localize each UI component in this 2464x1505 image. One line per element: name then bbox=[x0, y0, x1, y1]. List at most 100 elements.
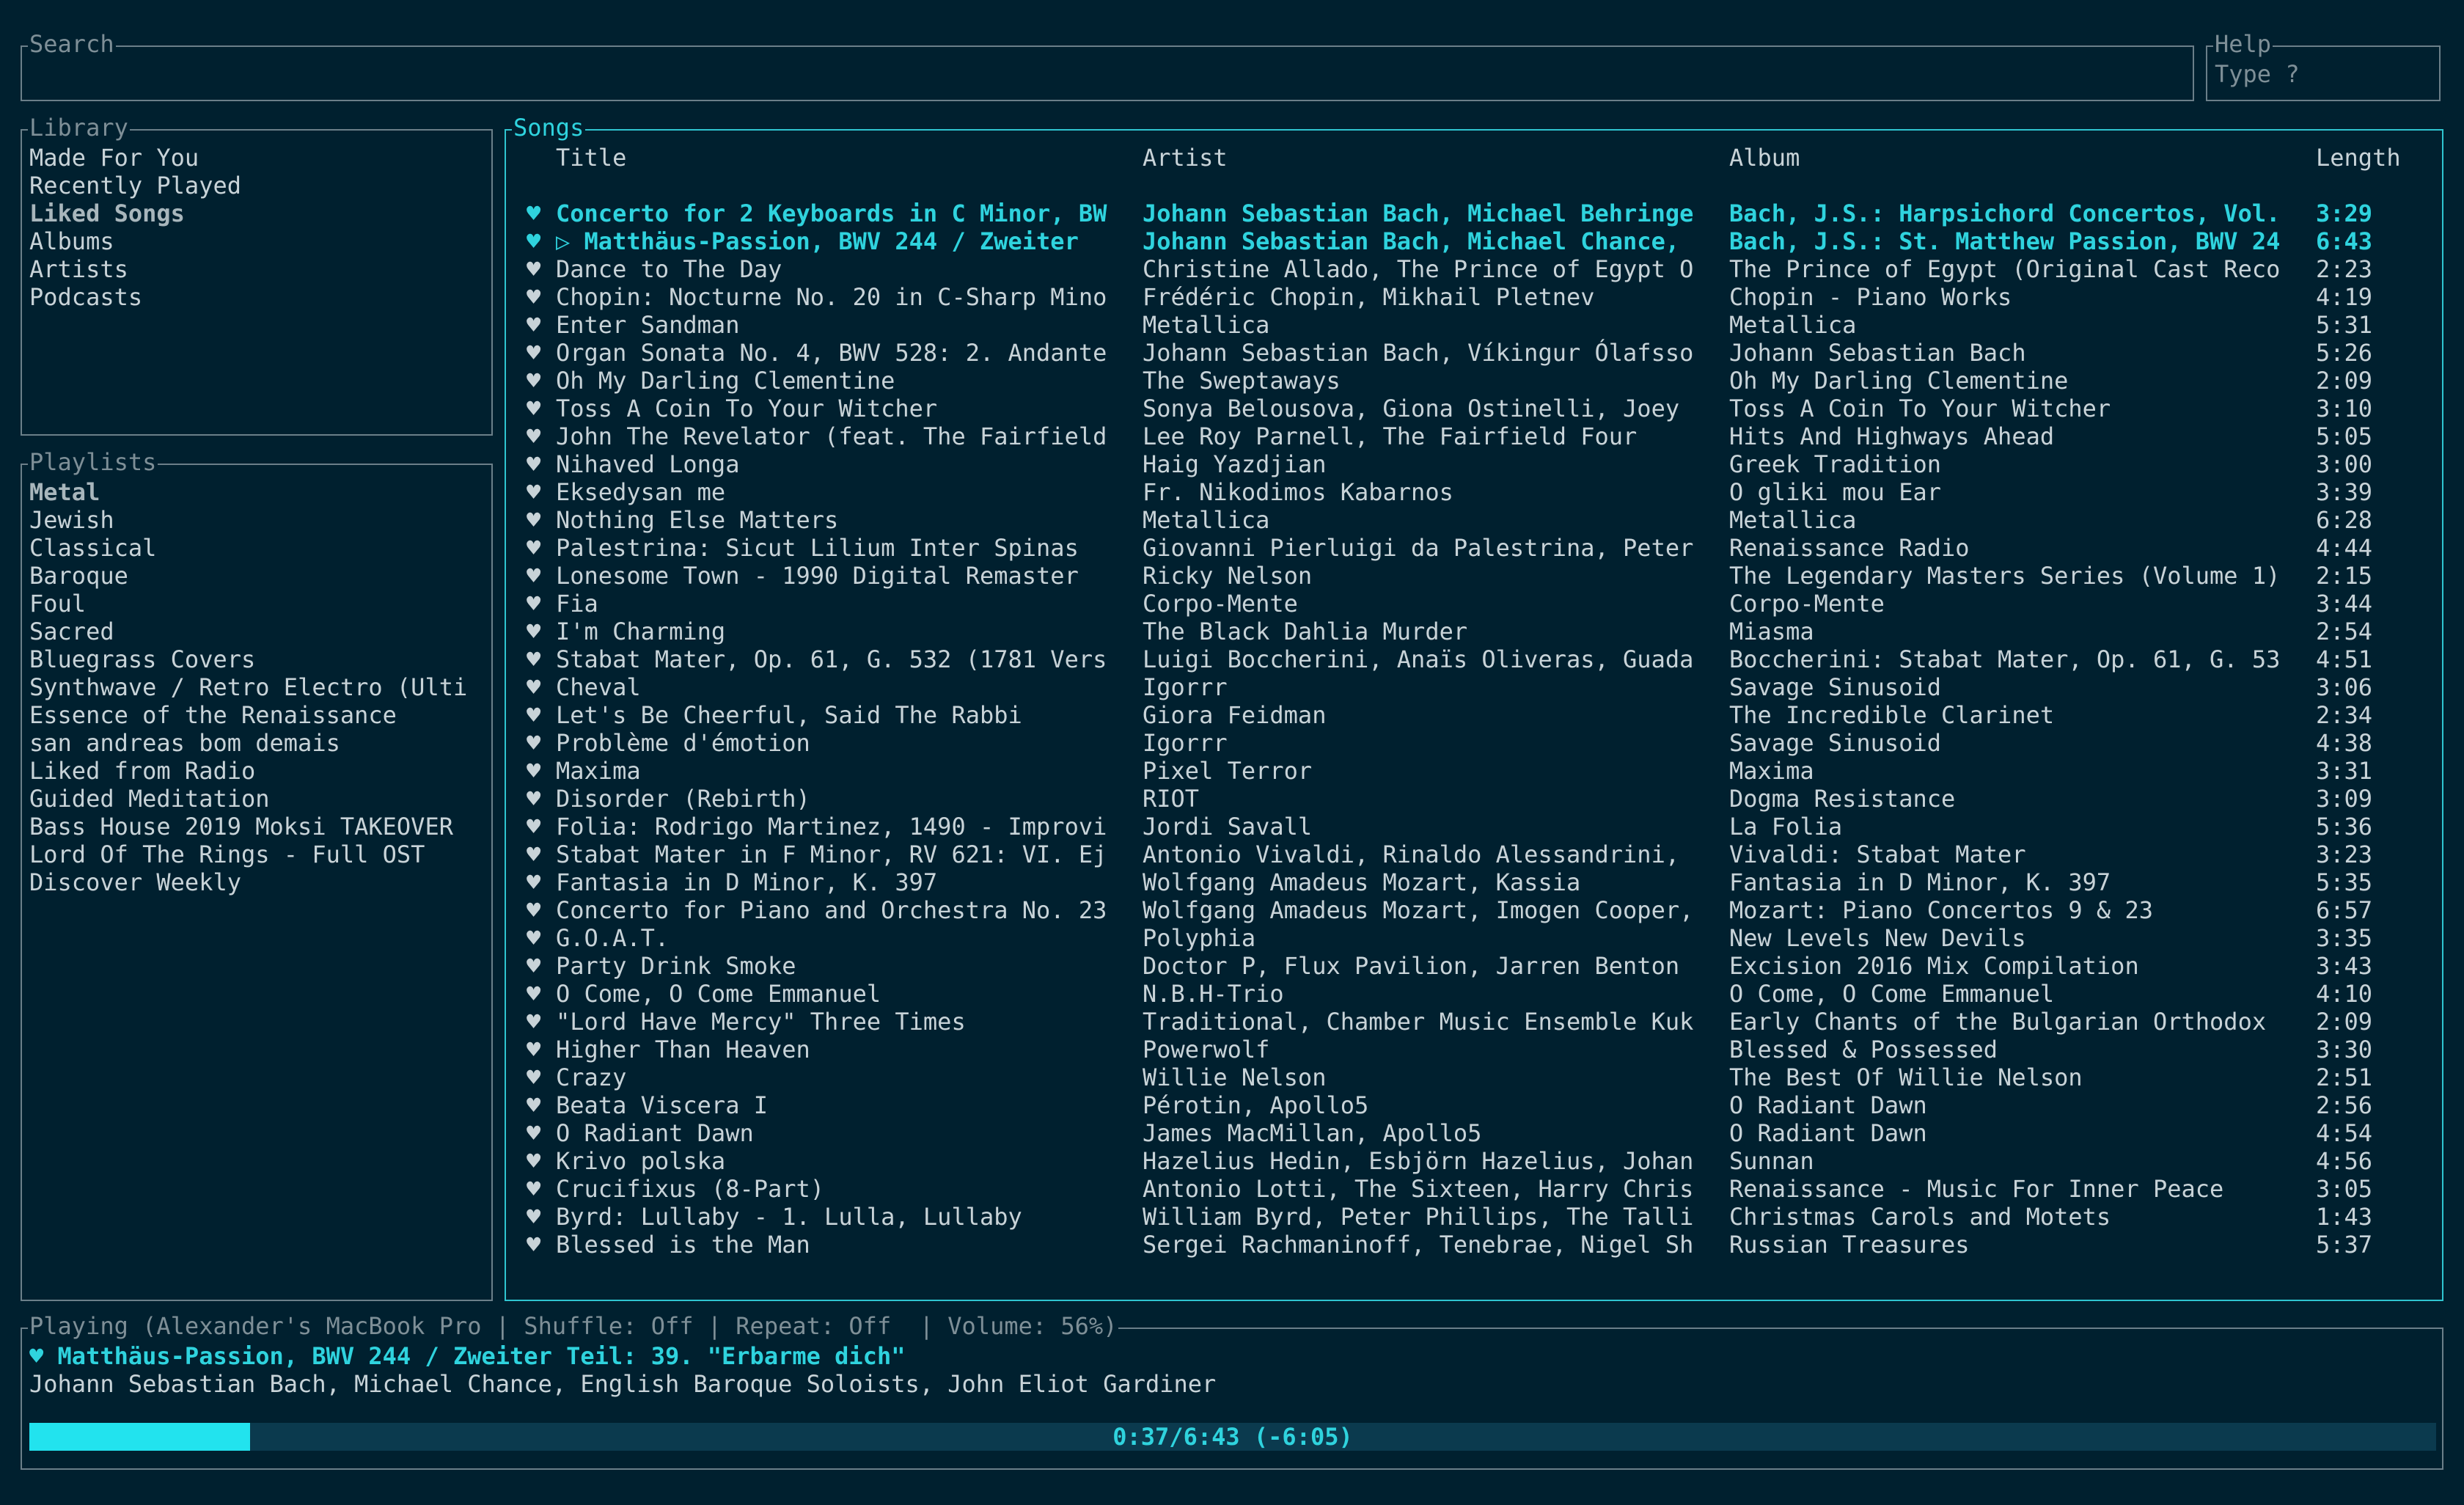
song-album: Savage Sinusoid bbox=[1729, 673, 1941, 701]
song-row[interactable]: ♥ Enter Sandman Metallica Metallica 5:31 bbox=[527, 311, 2427, 339]
song-row[interactable]: ♥ Crucifixus (8-Part) Antonio Lotti, The S… bbox=[527, 1175, 2427, 1203]
song-row[interactable]: ♥ I'm Charming The Black Dahlia Murder Mias… bbox=[527, 618, 2427, 645]
song-title: Folia: Rodrigo Martinez, 1490 - Improvi bbox=[556, 813, 1107, 841]
song-album: Miasma bbox=[1729, 618, 1814, 645]
playlist-item[interactable]: Guided Meditation bbox=[29, 785, 487, 813]
playlist-item[interactable]: Foul bbox=[29, 590, 487, 618]
song-row[interactable]: ♥ Fia Corpo-Mente Corpo-Mente 3:44 bbox=[527, 590, 2427, 618]
song-title: Beata Viscera I bbox=[556, 1091, 768, 1119]
song-row[interactable]: ♥ Cheval Igorrr Savage Sinusoid 3:06 bbox=[527, 673, 2427, 701]
song-row[interactable]: ♥ Let's Be Cheerful, Said The Rabbi Giora … bbox=[527, 701, 2427, 729]
library-item[interactable]: Recently Played bbox=[29, 172, 487, 199]
progress-bar[interactable]: 0:37/6:43 (-6:05) bbox=[29, 1423, 2436, 1451]
song-row[interactable]: ♥ Nothing Else Matters Metallica Metallica 6… bbox=[527, 506, 2427, 534]
song-row[interactable]: ♥ Stabat Mater, Op. 61, G. 532 (1781 Vers… bbox=[527, 645, 2427, 673]
song-row[interactable]: ♥ Beata Viscera I Pérotin, Apollo5 O Radian… bbox=[527, 1091, 2427, 1119]
song-row[interactable]: ♥ O Radiant Dawn James MacMillan, Apollo5 O… bbox=[527, 1119, 2427, 1147]
playlist-list: Metal Jewish Classical Baroque Foul Sacred Blu… bbox=[29, 478, 487, 896]
library-item[interactable]: Artists bbox=[29, 255, 487, 283]
song-row[interactable]: ♥ "Lord Have Mercy" Three Times Traditiona… bbox=[527, 1008, 2427, 1036]
song-row[interactable]: ♥ Problème d'émotion Igorrr Savage Sinusoid… bbox=[527, 729, 2427, 757]
song-row[interactable]: ♥ Eksedysan me Fr. Nikodimos Kabarnos O gli… bbox=[527, 478, 2427, 506]
library-item[interactable]: Made For You bbox=[29, 144, 487, 172]
song-artist: Lee Roy Parnell, The Fairfield Four bbox=[1143, 422, 1638, 450]
song-row[interactable]: ♥ G.O.A.T. Polyphia New Levels New Devils 3:… bbox=[527, 924, 2427, 952]
search-panel[interactable]: Search bbox=[21, 31, 2194, 101]
playlist-item[interactable]: Baroque bbox=[29, 562, 487, 590]
song-row[interactable]: ♥ Dance to The Day Christine Allado, The P… bbox=[527, 255, 2427, 283]
playlist-item[interactable]: Lord Of The Rings - Full OST bbox=[29, 841, 487, 868]
song-artist: Giovanni Pierluigi da Palestrina, Peter bbox=[1143, 534, 1694, 562]
song-row[interactable]: ♥ Concerto for 2 Keyboards in C Minor, BW… bbox=[527, 199, 2427, 227]
song-row[interactable]: ♥ Oh My Darling Clementine The Sweptaways O… bbox=[527, 367, 2427, 395]
song-artist: Sergei Rachmaninoff, Tenebrae, Nigel Sh bbox=[1143, 1231, 1694, 1259]
song-artist: Doctor P, Flux Pavilion, Jarren Benton bbox=[1143, 952, 1680, 980]
library-item[interactable]: Podcasts bbox=[29, 283, 487, 311]
playlist-item[interactable]: Bass House 2019 Moksi TAKEOVER bbox=[29, 813, 487, 841]
playlist-item[interactable]: Essence of the Renaissance bbox=[29, 701, 487, 729]
liked-heart-icon: ♥ bbox=[527, 339, 541, 367]
song-row[interactable]: ♥ Chopin: Nocturne No. 20 in C-Sharp Mino… bbox=[527, 283, 2427, 311]
playlist-item[interactable]: Metal bbox=[29, 478, 487, 506]
liked-heart-icon: ♥ bbox=[527, 590, 541, 618]
song-row[interactable]: ♥ Maxima Pixel Terror Maxima 3:31 bbox=[527, 757, 2427, 785]
playlist-item[interactable]: Discover Weekly bbox=[29, 868, 487, 896]
playlist-item[interactable]: Classical bbox=[29, 534, 487, 562]
liked-heart-icon: ♥ bbox=[527, 478, 541, 506]
library-panel-title: Library bbox=[28, 114, 130, 142]
song-artist: Jordi Savall bbox=[1143, 813, 1313, 841]
playlists-panel-title: Playlists bbox=[28, 448, 158, 476]
column-header-title[interactable]: Title bbox=[556, 144, 1143, 172]
song-row[interactable]: ♥ Party Drink Smoke Doctor P, Flux Pavilio… bbox=[527, 952, 2427, 980]
song-row[interactable]: ♥ Krivo polska Hazelius Hedin, Esbjörn Haz… bbox=[527, 1147, 2427, 1175]
song-artist: RIOT bbox=[1143, 785, 1200, 813]
help-panel: Help Type ? bbox=[2206, 31, 2441, 101]
song-length: 5:35 bbox=[2316, 868, 2373, 896]
song-row[interactable]: ♥ John The Revelator (feat. The Fairfield… bbox=[527, 422, 2427, 450]
song-title: Nihaved Longa bbox=[556, 450, 740, 478]
column-header-artist[interactable]: Artist bbox=[1143, 144, 1729, 172]
song-row[interactable]: ♥ Concerto for Piano and Orchestra No. 23… bbox=[527, 896, 2427, 924]
playlist-item[interactable]: Bluegrass Covers bbox=[29, 645, 487, 673]
song-row[interactable]: ♥ ▷ Matthäus-Passion, BWV 244 / Zweiter Jo… bbox=[527, 227, 2427, 255]
song-row[interactable]: ♥ Lonesome Town - 1990 Digital Remaster Ri… bbox=[527, 562, 2427, 590]
song-row[interactable]: ♥ Nihaved Longa Haig Yazdjian Greek Traditi… bbox=[527, 450, 2427, 478]
song-length: 6:28 bbox=[2316, 506, 2373, 534]
liked-heart-icon: ♥ bbox=[527, 1036, 541, 1063]
song-length: 3:39 bbox=[2316, 478, 2373, 506]
playlist-item[interactable]: Synthwave / Retro Electro (Ulti bbox=[29, 673, 487, 701]
library-item[interactable]: Liked Songs bbox=[29, 199, 487, 227]
liked-heart-icon: ♥ bbox=[527, 1147, 541, 1175]
playlist-item[interactable]: Liked from Radio bbox=[29, 757, 487, 785]
song-row[interactable]: ♥ Blessed is the Man Sergei Rachmaninoff, … bbox=[527, 1231, 2427, 1259]
song-length: 2:34 bbox=[2316, 701, 2373, 729]
liked-heart-icon: ♥ bbox=[527, 673, 541, 701]
song-title: Dance to The Day bbox=[556, 255, 782, 283]
song-row[interactable]: ♥ Folia: Rodrigo Martinez, 1490 - Improvi… bbox=[527, 813, 2427, 841]
column-header-album[interactable]: Album bbox=[1729, 144, 2316, 172]
song-row[interactable]: ♥ Fantasia in D Minor, K. 397 Wolfgang Ama… bbox=[527, 868, 2427, 896]
song-album: O Come, O Come Emmanuel bbox=[1729, 980, 2055, 1008]
song-title: Fia bbox=[556, 590, 598, 618]
song-row[interactable]: ♥ Byrd: Lullaby - 1. Lulla, Lullaby Willia… bbox=[527, 1203, 2427, 1231]
song-row[interactable]: ♥ O Come, O Come Emmanuel N.B.H-Trio O Come… bbox=[527, 980, 2427, 1008]
song-row[interactable]: ♥ Higher Than Heaven Powerwolf Blessed & Po… bbox=[527, 1036, 2427, 1063]
column-header-length[interactable]: Length bbox=[2316, 144, 2426, 172]
song-album: Sunnan bbox=[1729, 1147, 1814, 1175]
liked-heart-icon: ♥ bbox=[527, 534, 541, 562]
library-item[interactable]: Albums bbox=[29, 227, 487, 255]
help-text: Type ? bbox=[2215, 60, 2300, 88]
song-row[interactable]: ♥ Disorder (Rebirth) RIOT Dogma Resistance 3… bbox=[527, 785, 2427, 813]
song-album: The Legendary Masters Series (Volume 1) bbox=[1729, 562, 2281, 590]
song-row[interactable]: ♥ Stabat Mater in F Minor, RV 621: VI. Ej… bbox=[527, 841, 2427, 868]
song-row[interactable]: ♥ Palestrina: Sicut Lilium Inter Spinas Gi… bbox=[527, 534, 2427, 562]
song-title: Nothing Else Matters bbox=[556, 506, 839, 534]
song-row[interactable]: ♥ Toss A Coin To Your Witcher Sonya Belous… bbox=[527, 395, 2427, 422]
playlist-item[interactable]: san andreas bom demais bbox=[29, 729, 487, 757]
song-title: Stabat Mater in F Minor, RV 621: VI. Ej bbox=[556, 841, 1107, 868]
playlist-item[interactable]: Jewish bbox=[29, 506, 487, 534]
playlist-item[interactable]: Sacred bbox=[29, 618, 487, 645]
song-artist: Corpo-Mente bbox=[1143, 590, 1298, 618]
song-row[interactable]: ♥ Organ Sonata No. 4, BWV 528: 2. Andante… bbox=[527, 339, 2427, 367]
song-row[interactable]: ♥ Crazy Willie Nelson The Best Of Willie Ne… bbox=[527, 1063, 2427, 1091]
